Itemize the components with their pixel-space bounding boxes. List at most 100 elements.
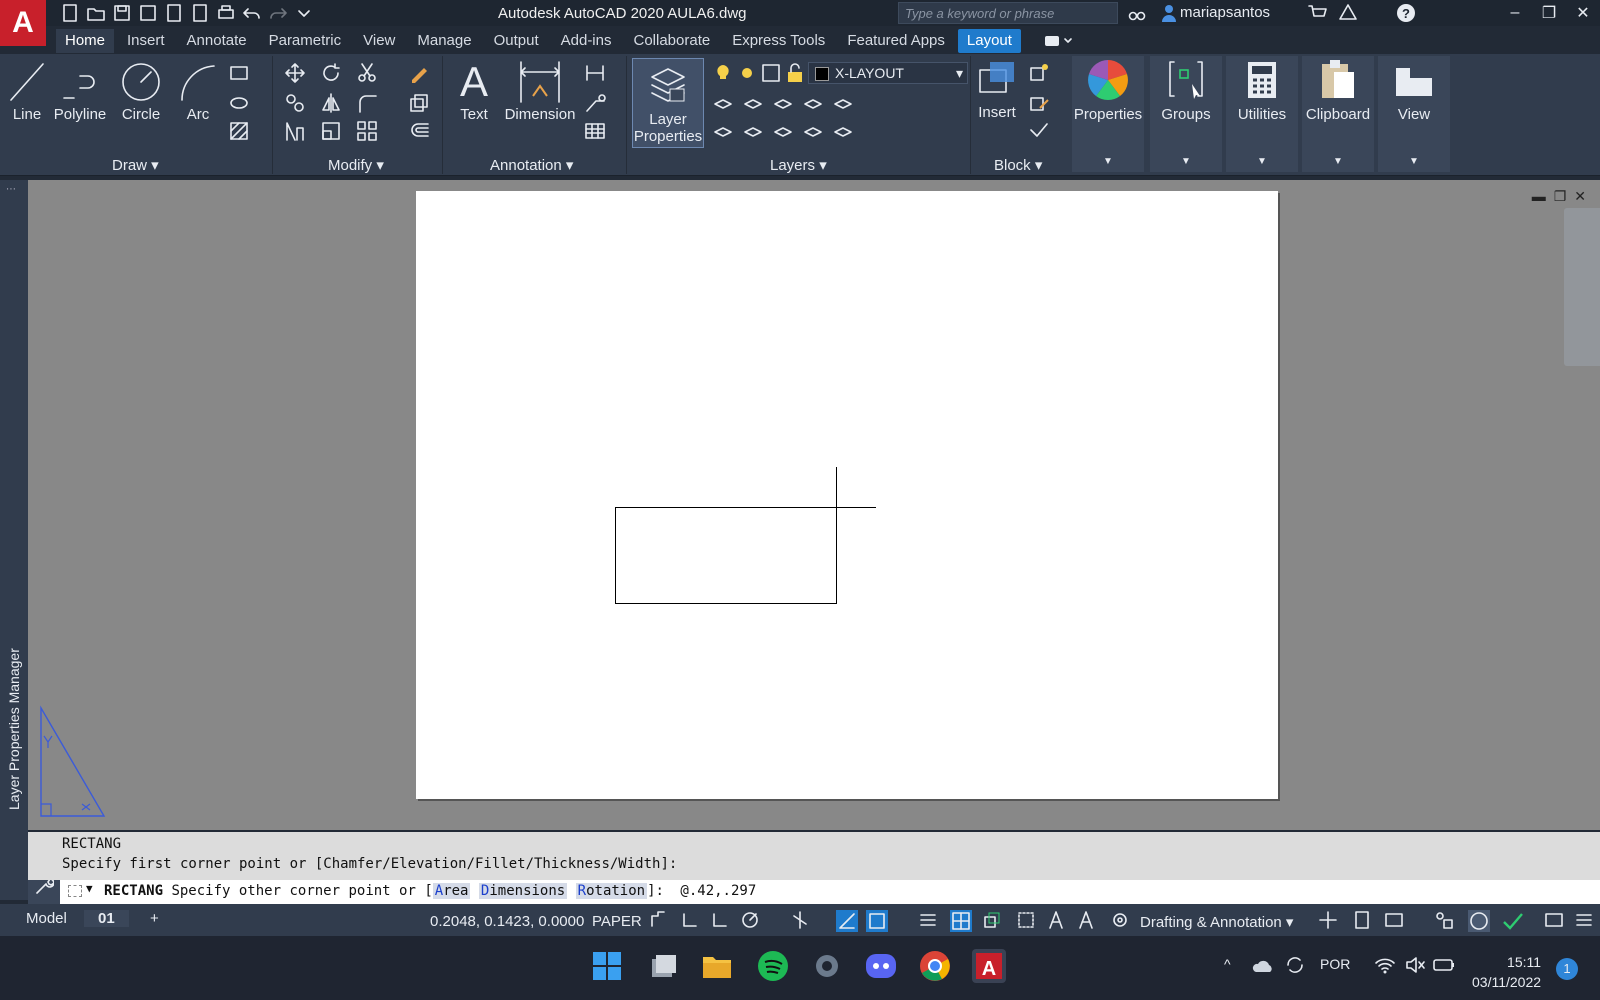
tab-model[interactable]: Model xyxy=(12,910,81,927)
workspace-switch[interactable]: Drafting & Annotation ▾ xyxy=(1140,913,1293,931)
draw-panel-label[interactable]: Draw ▾ xyxy=(112,156,159,174)
close-icon[interactable]: ✕ xyxy=(1574,188,1586,205)
properties-panel[interactable]: Properties ▼ xyxy=(1072,56,1144,172)
layer-isolate-icon[interactable] xyxy=(742,92,764,114)
isolate-objects-icon[interactable] xyxy=(1434,910,1454,930)
option-area[interactable]: Area xyxy=(432,883,471,899)
paper-sheet[interactable] xyxy=(416,191,1278,799)
onedrive-icon[interactable] xyxy=(1252,956,1276,976)
chevron-up-icon[interactable]: ^ xyxy=(1224,956,1231,972)
hatch-icon[interactable] xyxy=(228,120,250,142)
explode-icon[interactable] xyxy=(408,92,430,114)
text-button[interactable]: A Text xyxy=(452,58,496,123)
coordinates-readout[interactable]: 0.2048, 0.1423, 0.0000 xyxy=(430,913,584,930)
plus-icon[interactable] xyxy=(1318,910,1338,930)
new-icon[interactable] xyxy=(60,3,80,23)
open-from-web-icon[interactable] xyxy=(164,3,184,23)
chrome-icon[interactable] xyxy=(918,949,952,983)
search-input[interactable]: Type a keyword or phrase xyxy=(898,2,1118,24)
tab-output[interactable]: Output xyxy=(485,29,548,53)
minimize-icon[interactable]: – xyxy=(1498,0,1532,26)
tab-featured-apps[interactable]: Featured Apps xyxy=(838,29,954,53)
block-panel-label[interactable]: Block ▾ xyxy=(994,156,1042,174)
clean-screen-check-icon[interactable] xyxy=(1500,910,1524,932)
spotify-icon[interactable] xyxy=(756,949,790,983)
task-view-icon[interactable] xyxy=(646,949,680,983)
notification-badge[interactable]: 1 xyxy=(1556,958,1578,980)
linear-dim-icon[interactable] xyxy=(584,62,606,84)
grid-snap-icon[interactable] xyxy=(648,910,668,930)
volume-muted-icon[interactable] xyxy=(1404,954,1426,976)
osnap-icon[interactable] xyxy=(866,910,888,932)
lineweight-icon[interactable] xyxy=(918,910,938,930)
customize-qat-icon[interactable] xyxy=(294,3,314,23)
3d-osnap-icon[interactable] xyxy=(1016,910,1036,930)
groups-panel[interactable]: Groups ▼ xyxy=(1150,56,1222,172)
tab-annotate[interactable]: Annotate xyxy=(178,29,256,53)
create-block-icon[interactable] xyxy=(1028,62,1050,84)
layer-unlock-all-icon[interactable] xyxy=(802,120,824,142)
layer-viewport-icon[interactable] xyxy=(760,62,782,84)
insert-button[interactable]: Insert xyxy=(974,58,1020,121)
open-icon[interactable] xyxy=(86,3,106,23)
rectangle-icon[interactable] xyxy=(228,62,250,84)
autocad-taskbar-icon[interactable]: A xyxy=(972,949,1006,983)
gear-icon[interactable] xyxy=(1110,910,1130,930)
plot-icon[interactable] xyxy=(216,3,236,23)
tab-view[interactable]: View xyxy=(354,29,404,53)
layer-thaw-icon[interactable] xyxy=(736,62,758,84)
tab-add-ins[interactable]: Add-ins xyxy=(552,29,621,53)
navigation-bar[interactable] xyxy=(1564,208,1600,366)
chevron-down-icon[interactable]: ▼ xyxy=(86,882,93,895)
undo-icon[interactable] xyxy=(242,3,262,23)
layer-lock-icon[interactable] xyxy=(802,92,824,114)
tab-parametric[interactable]: Parametric xyxy=(260,29,351,53)
redo-icon[interactable] xyxy=(268,3,288,23)
erase-icon[interactable] xyxy=(408,62,430,84)
annotation-scale-icon[interactable] xyxy=(1076,910,1096,930)
edit-block-icon[interactable] xyxy=(1028,92,1050,114)
stretch-icon[interactable] xyxy=(284,120,306,142)
ui-lock-icon[interactable] xyxy=(1384,910,1406,930)
restore-icon[interactable]: ❐ xyxy=(1532,0,1566,26)
help-icon[interactable]: ? xyxy=(1396,3,1416,23)
utilities-panel[interactable]: Utilities ▼ xyxy=(1226,56,1298,172)
layer-walk-icon[interactable] xyxy=(832,120,854,142)
fullscreen-icon[interactable] xyxy=(1544,910,1564,930)
a360-icon[interactable] xyxy=(1338,3,1358,23)
layer-properties-palette[interactable]: ⋯ Layer Properties Manager xyxy=(0,180,28,900)
minimize-icon[interactable]: ▬ xyxy=(1532,188,1546,205)
modify-panel-label[interactable]: Modify ▾ xyxy=(328,156,384,174)
layer-current-icon[interactable] xyxy=(832,92,854,114)
rotate-icon[interactable] xyxy=(320,62,342,84)
ortho-icon[interactable] xyxy=(710,910,730,930)
battery-icon[interactable] xyxy=(1432,954,1456,976)
option-dimensions[interactable]: Dimensions xyxy=(478,883,568,899)
layer-match-icon[interactable] xyxy=(712,120,734,142)
osnap-tracking-icon[interactable] xyxy=(836,910,858,932)
ellipse-icon[interactable] xyxy=(228,92,250,114)
language-indicator[interactable]: POR xyxy=(1320,956,1350,972)
settings-icon[interactable] xyxy=(810,949,844,983)
array-icon[interactable] xyxy=(356,120,378,142)
discord-icon[interactable] xyxy=(864,949,898,983)
share-icon[interactable] xyxy=(190,3,210,23)
close-icon[interactable]: ✕ xyxy=(1566,0,1600,26)
polyline-button[interactable]: Polyline xyxy=(52,58,108,123)
save-icon[interactable] xyxy=(112,3,132,23)
view-panel[interactable]: View ▼ xyxy=(1378,56,1450,172)
annotation-visibility-icon[interactable] xyxy=(1046,910,1066,930)
command-input[interactable]: ▼ RECTANG Specify other corner point or … xyxy=(60,880,1600,904)
layer-on-icon[interactable] xyxy=(712,62,734,84)
circle-button[interactable]: Circle xyxy=(116,58,166,123)
copy-icon[interactable] xyxy=(284,92,306,114)
ribbon-toggle-icon[interactable] xyxy=(1043,32,1073,50)
add-layout-button[interactable]: + xyxy=(136,910,173,927)
trim-icon[interactable] xyxy=(356,62,378,84)
cart-icon[interactable] xyxy=(1308,4,1328,22)
layer-thaw-all-icon[interactable] xyxy=(772,120,794,142)
isodraft-icon[interactable] xyxy=(790,910,810,930)
option-rotation[interactable]: Rotation xyxy=(575,883,648,899)
paper-space-toggle[interactable]: PAPER xyxy=(592,913,642,930)
tab-layout[interactable]: Layout xyxy=(957,29,1021,53)
